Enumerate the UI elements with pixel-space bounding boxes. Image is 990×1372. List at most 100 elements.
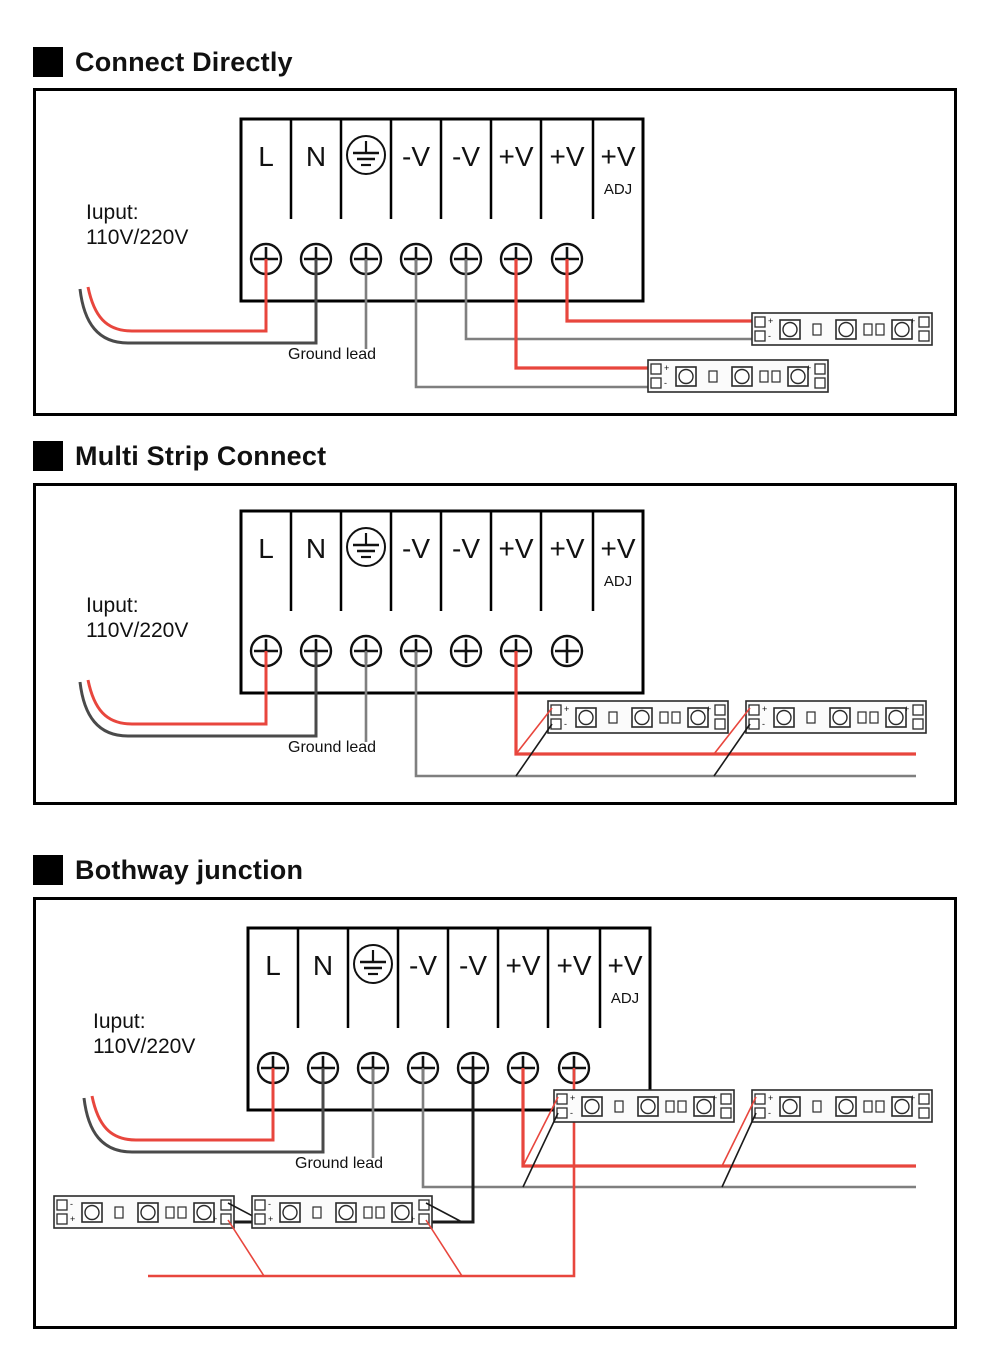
led-chip [835, 319, 857, 340]
led-strip: + - + - [547, 700, 729, 734]
svg-text:+: + [664, 363, 669, 373]
svg-text:ADJ: ADJ [611, 990, 639, 1007]
heading-bothway-junction: Bothway junction [33, 855, 303, 885]
ground-lead-label: Ground lead [288, 346, 377, 363]
svg-text:-: - [762, 719, 765, 729]
wiring-diagram-page: Connect Directly L N -V -V +V +V +V ADJ … [0, 0, 990, 1372]
svg-text:-: - [768, 331, 771, 341]
diagram-multi-strip-connect: L N -V -V +V +V +V ADJ + - + - [78, 509, 927, 778]
ground-lead-label: Ground lead [288, 739, 377, 756]
led-chip [891, 1096, 913, 1117]
svg-text:ADJ: ADJ [604, 181, 632, 198]
led-chip [835, 1096, 857, 1117]
svg-text:+: + [268, 1214, 273, 1224]
led-chip [137, 1202, 159, 1223]
svg-text:-V: -V [402, 141, 430, 172]
input-label-line2: 110V/220V [93, 1034, 196, 1058]
svg-text:-: - [70, 1199, 73, 1209]
input-label-line1: Iuput: [93, 1010, 146, 1033]
svg-text:L: L [258, 533, 274, 564]
led-chip [581, 1096, 603, 1117]
led-strip: + - + - [751, 1089, 933, 1123]
heading-bullet-icon [33, 441, 63, 471]
heading-connect-directly: Connect Directly [33, 47, 293, 77]
svg-text:L: L [265, 950, 281, 981]
led-chip [335, 1202, 357, 1223]
led-chip [773, 707, 795, 728]
svg-text:N: N [306, 141, 326, 172]
led-chip [687, 707, 709, 728]
svg-text:-: - [664, 378, 667, 388]
svg-text:+V: +V [600, 533, 635, 564]
led-chip [891, 319, 913, 340]
wire-live [90, 1068, 275, 1142]
heading-multi-strip-connect: Multi Strip Connect [33, 441, 326, 471]
led-chip [693, 1096, 715, 1117]
svg-text:+V: +V [505, 950, 540, 981]
svg-text:-V: -V [459, 950, 487, 981]
input-label-line2: 110V/220V [86, 225, 189, 249]
svg-text:+V: +V [549, 533, 584, 564]
led-chip [637, 1096, 659, 1117]
led-chip [829, 707, 851, 728]
heading-label: Connect Directly [75, 46, 293, 77]
svg-text:+V: +V [607, 950, 642, 981]
input-label-line2: 110V/220V [86, 618, 189, 642]
svg-text:N: N [306, 533, 326, 564]
svg-text:-: - [268, 1199, 271, 1209]
input-label-line1: Iuput: [86, 201, 139, 224]
input-voltage-label: Iuput: 110V/220V [86, 201, 188, 251]
led-chip [779, 319, 801, 340]
led-strip: + - + - [751, 312, 933, 346]
led-chip [731, 366, 753, 387]
heading-label: Multi Strip Connect [75, 440, 327, 471]
svg-text:+: + [762, 704, 767, 714]
svg-text:+V: +V [498, 533, 533, 564]
diagram-bothway-junction: L N -V -V +V +V +V ADJ + - + - - + - + [53, 926, 933, 1278]
wire-live [86, 651, 268, 726]
led-chip [675, 366, 697, 387]
led-strip: + - + - [647, 359, 829, 393]
svg-text:+: + [564, 704, 569, 714]
svg-text:+: + [70, 1214, 75, 1224]
diagram-connect-directly: L N -V -V +V +V +V ADJ + - + - [78, 117, 933, 393]
panel-bothway-junction: L N -V -V +V +V +V ADJ + - + - - + - + I… [33, 897, 957, 1329]
wire-strip-lead-positive [425, 1219, 463, 1277]
svg-text:-: - [564, 719, 567, 729]
led-chip [391, 1202, 413, 1223]
svg-text:ADJ: ADJ [604, 573, 632, 590]
svg-text:-V: -V [409, 950, 437, 981]
led-strip: - + - + [251, 1195, 433, 1229]
ground-lead-label: Ground lead [295, 1155, 384, 1172]
led-chip [193, 1202, 215, 1223]
svg-text:-V: -V [402, 533, 430, 564]
led-chip [631, 707, 653, 728]
led-chip [81, 1202, 103, 1223]
led-chip [885, 707, 907, 728]
svg-text:N: N [313, 950, 333, 981]
svg-text:-: - [768, 1108, 771, 1118]
panel-multi-strip-connect: L N -V -V +V +V +V ADJ + - + - Iuput: 11… [33, 483, 957, 805]
input-voltage-label: Iuput: 110V/220V [86, 594, 188, 644]
svg-text:-: - [570, 1108, 573, 1118]
svg-text:+: + [570, 1093, 575, 1103]
led-strip: + - + - [553, 1089, 735, 1123]
input-label-line1: Iuput: [86, 594, 139, 617]
input-voltage-label: Iuput: 110V/220V [93, 1010, 195, 1060]
led-chip [575, 707, 597, 728]
led-chip [779, 1096, 801, 1117]
svg-text:+: + [768, 316, 773, 326]
svg-text:+V: +V [549, 141, 584, 172]
svg-text:-V: -V [452, 533, 480, 564]
led-strip: - + - + [53, 1195, 235, 1229]
wire-strip-lead-negative [721, 1112, 757, 1188]
wire-live [86, 259, 268, 333]
svg-text:L: L [258, 141, 274, 172]
svg-text:+V: +V [498, 141, 533, 172]
panel-connect-directly: L N -V -V +V +V +V ADJ + - + - Iuput: 11… [33, 88, 957, 416]
heading-label: Bothway junction [75, 854, 304, 885]
svg-text:+V: +V [600, 141, 635, 172]
led-chip [279, 1202, 301, 1223]
led-strip: + - + - [745, 700, 927, 734]
heading-bullet-icon [33, 855, 63, 885]
